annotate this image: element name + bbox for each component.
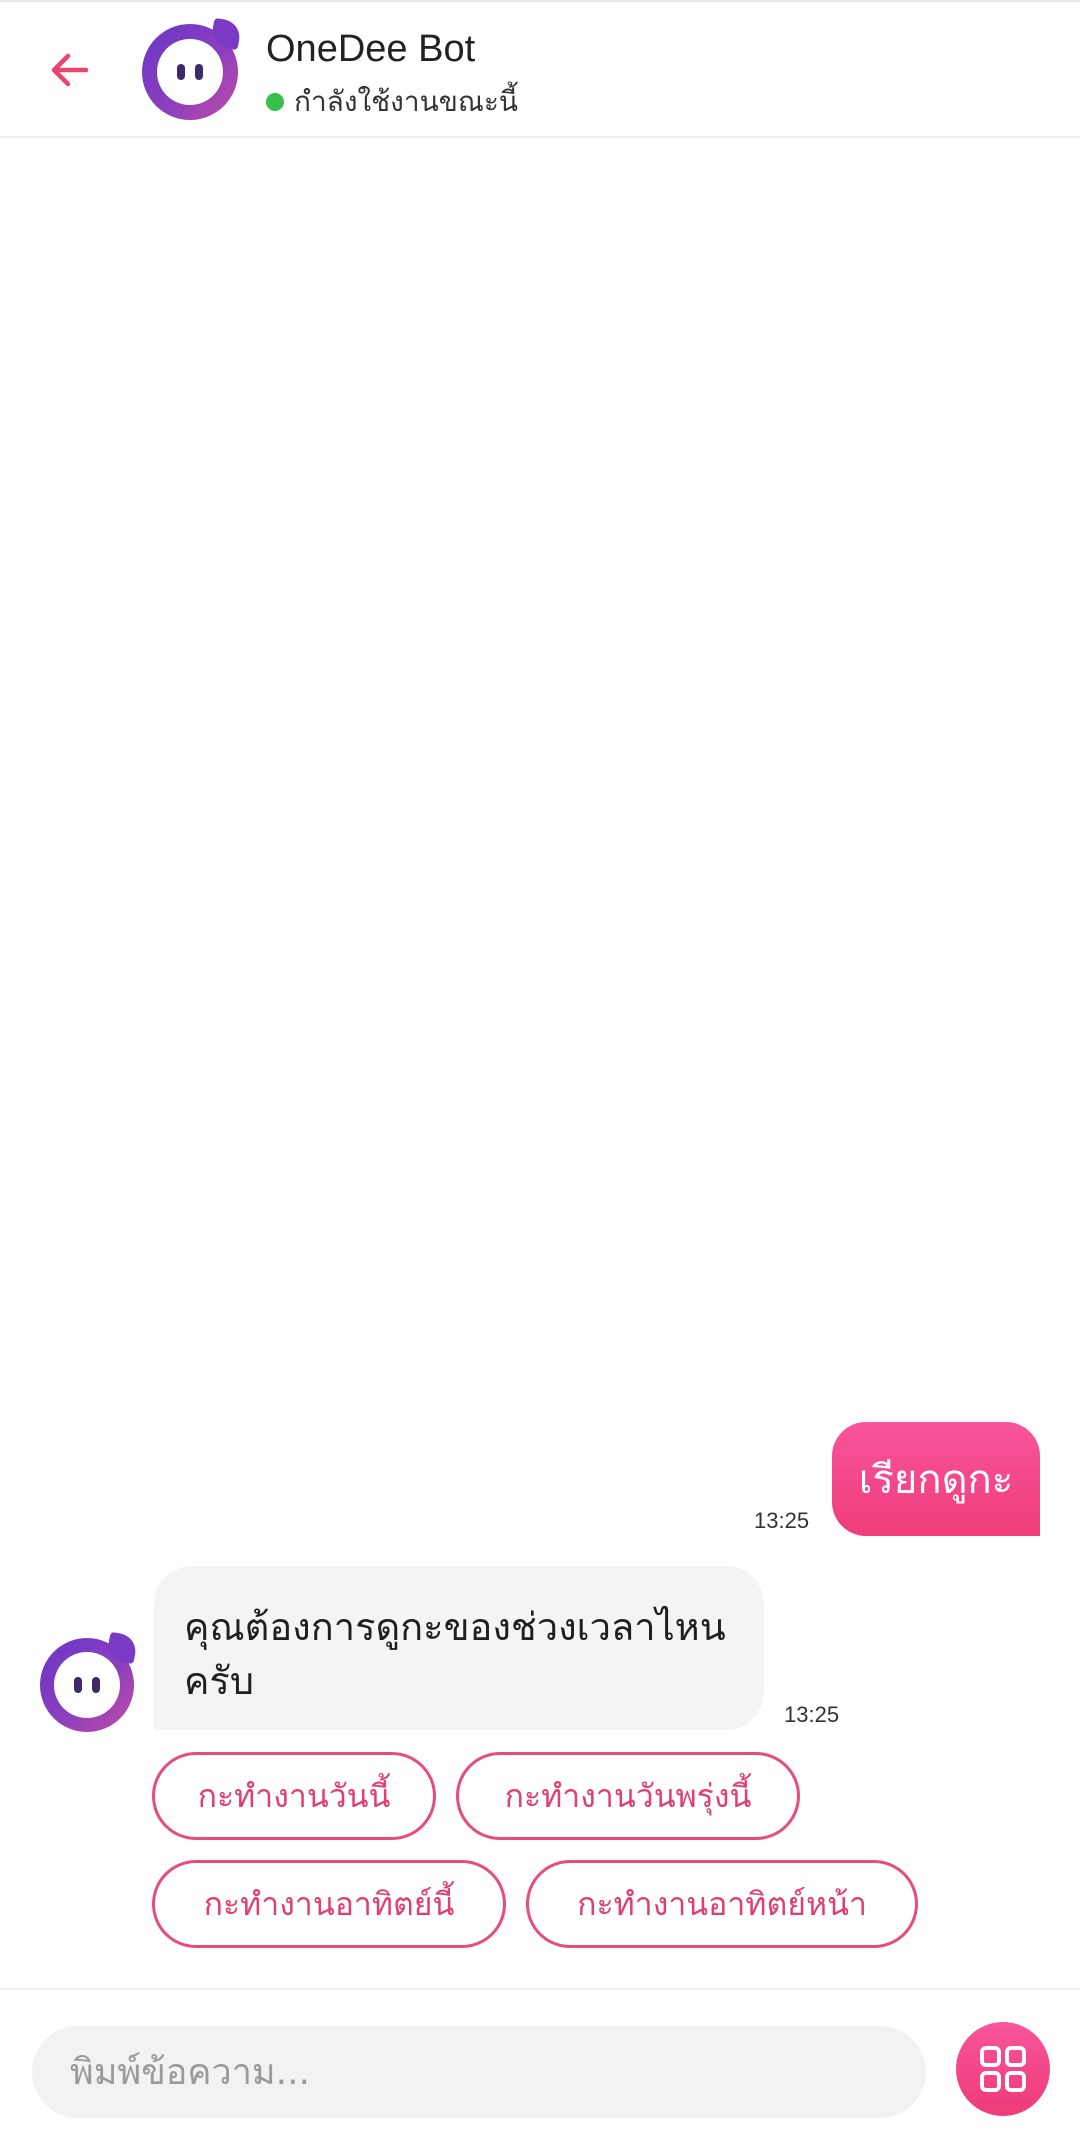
arrow-left-icon — [51, 53, 89, 87]
bot-name: OneDee Bot — [266, 28, 476, 70]
bot-message-text: คุณต้องการดูกะของช่วงเวลาไหนครับ — [184, 1605, 726, 1703]
bot-message-avatar — [40, 1631, 139, 1732]
quick-reply-today[interactable]: กะทำงานวันนี้ — [152, 1752, 436, 1840]
chat-screen: OneDee Bot กำลังใช้งานขณะนี้ เรียกดูกะ 1… — [0, 0, 1080, 2144]
quick-reply-this-week[interactable]: กะทำงานอาทิตย์นี้ — [152, 1860, 506, 1948]
bot-message-time: 13:25 — [784, 1702, 840, 1727]
grid-icon — [980, 2046, 1026, 2092]
message-input[interactable] — [32, 2026, 926, 2118]
quick-reply-next-week[interactable]: กะทำงานอาทิตย์หน้า — [526, 1860, 918, 1948]
bot-avatar — [142, 17, 243, 120]
online-dot-icon — [266, 93, 284, 111]
quick-reply-tomorrow[interactable]: กะทำงานวันพรุ่งนี้ — [456, 1752, 800, 1840]
composer-bar — [0, 1988, 1080, 2144]
chat-header: OneDee Bot กำลังใช้งานขณะนี้ — [0, 0, 1080, 138]
user-message-text: เรียกดูกะ — [858, 1457, 1014, 1503]
status-text: กำลังใช้งานขณะนี้ — [294, 85, 519, 118]
user-message-bubble: เรียกดูกะ — [832, 1422, 1040, 1536]
online-status: กำลังใช้งานขณะนี้ — [266, 80, 518, 124]
back-button[interactable] — [40, 40, 100, 100]
user-message-time: 13:25 — [754, 1508, 810, 1533]
menu-button[interactable] — [956, 2022, 1050, 2116]
bot-message-bubble: คุณต้องการดูกะของช่วงเวลาไหนครับ — [154, 1566, 764, 1730]
